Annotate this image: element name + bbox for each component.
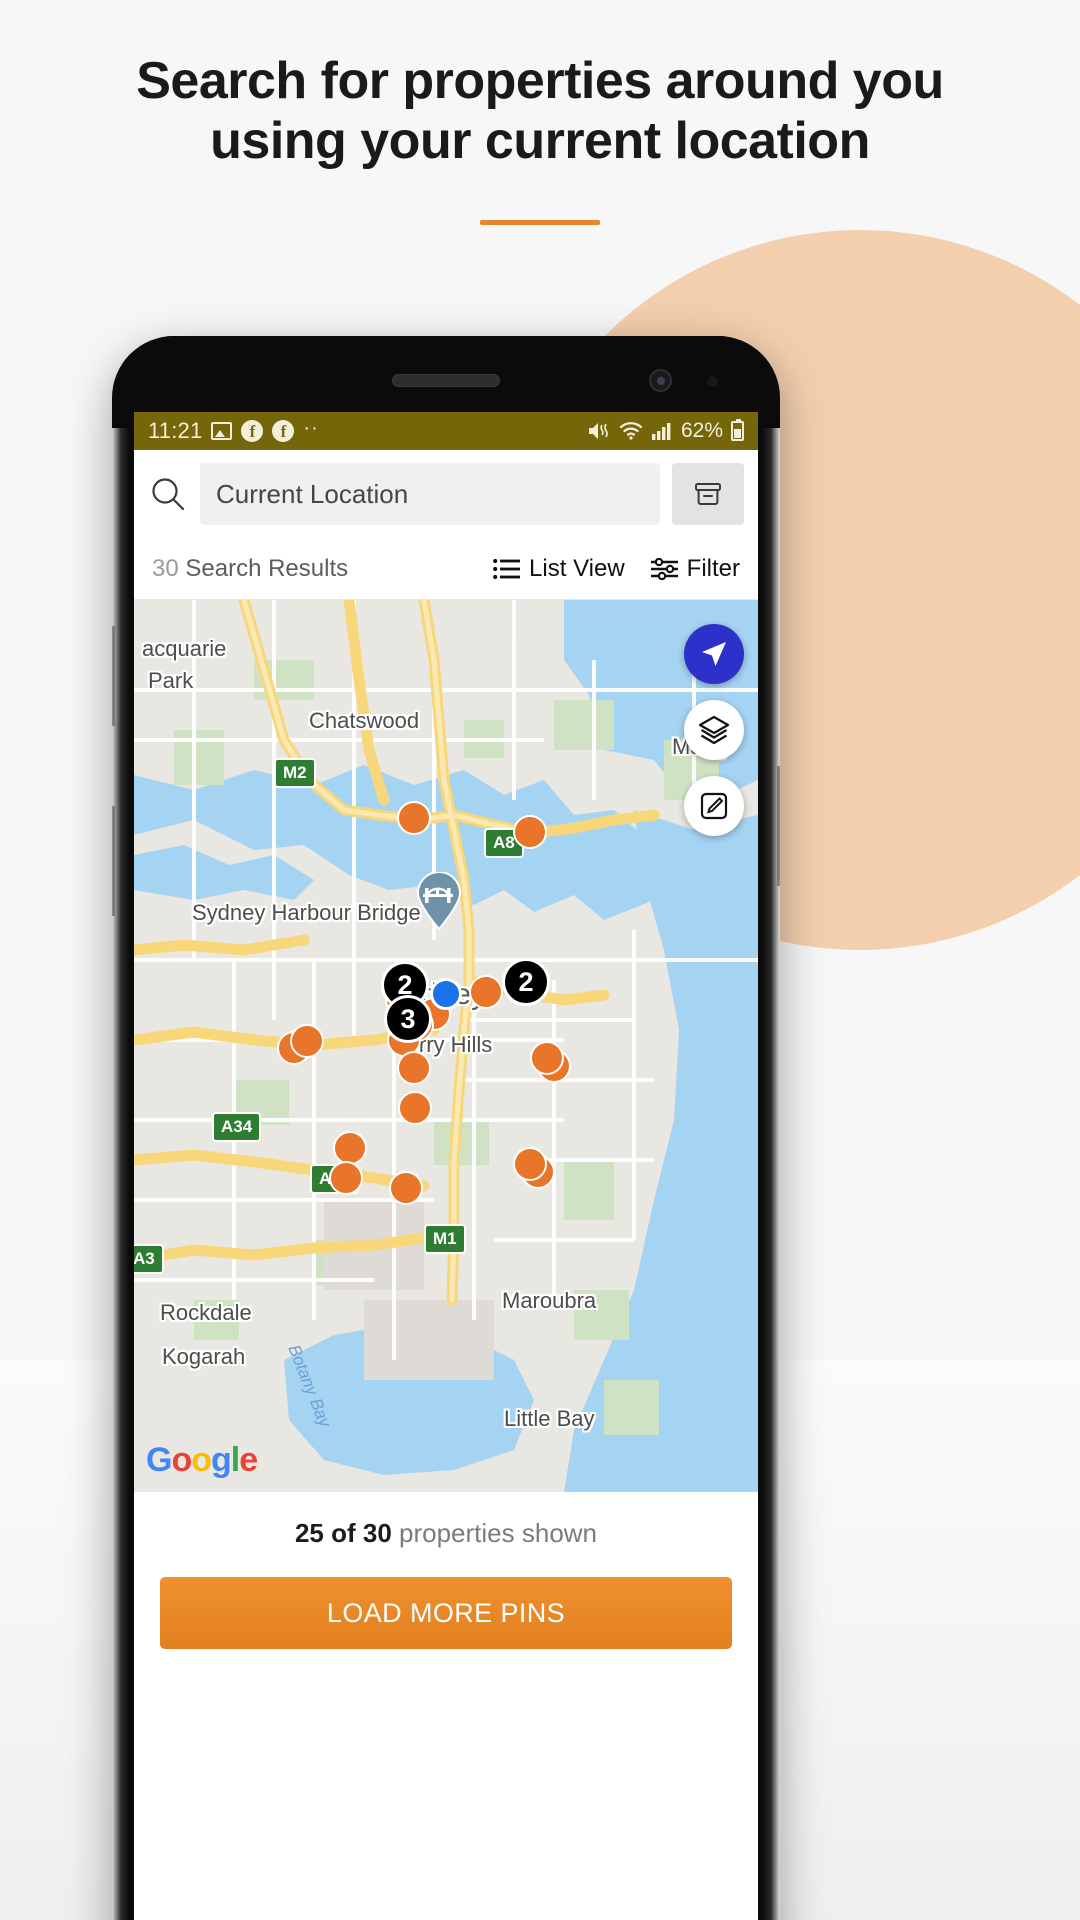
- property-pin[interactable]: [397, 1051, 431, 1085]
- pencil-edit-icon: [700, 792, 728, 820]
- property-pin[interactable]: [513, 815, 547, 849]
- front-camera: [649, 369, 672, 392]
- properties-shown-count: 25 of 30: [294, 1518, 392, 1548]
- headline-line-2: using your current location: [210, 111, 870, 170]
- search-input-value: Current Location: [216, 478, 409, 509]
- facebook-icon: f: [272, 420, 295, 442]
- phone-screen: 11:21 f f ·· 62% Current Location 30 Sea…: [134, 412, 758, 1920]
- highway-shield: M1: [424, 1224, 466, 1254]
- property-pin[interactable]: [397, 801, 431, 835]
- load-more-pins-button[interactable]: LOAD MORE PINS: [160, 1577, 732, 1649]
- list-view-label: List View: [529, 554, 625, 582]
- highway-shield: A3: [134, 1244, 164, 1274]
- properties-shown-suffix: properties shown: [391, 1518, 598, 1548]
- property-pin[interactable]: [469, 975, 503, 1009]
- earpiece-speaker: [392, 374, 500, 387]
- accent-divider: [480, 219, 600, 225]
- filter-button[interactable]: Filter: [650, 554, 740, 583]
- property-pin[interactable]: [513, 1147, 547, 1181]
- results-count-number: 30: [152, 554, 179, 582]
- page-title: Search for properties around you using y…: [0, 52, 1080, 172]
- navigate-arrow-icon: [702, 642, 726, 666]
- draw-button[interactable]: [684, 776, 744, 836]
- highway-shield: A34: [212, 1112, 262, 1142]
- save-search-button[interactable]: [672, 463, 744, 525]
- search-icon[interactable]: [148, 474, 188, 514]
- battery-percent: 62%: [680, 419, 723, 442]
- layers-button[interactable]: [684, 700, 744, 760]
- status-bar: 11:21 f f ·· 62%: [134, 412, 758, 450]
- filter-sliders-icon: [650, 557, 678, 580]
- property-pin[interactable]: [530, 1041, 564, 1075]
- phone-mockup: 11:21 f f ·· 62% Current Location 30 Sea…: [112, 336, 780, 1920]
- results-count-label: Search Results: [178, 554, 349, 582]
- results-count: 30 Search Results: [152, 555, 467, 583]
- power-button[interactable]: [777, 766, 780, 886]
- properties-shown-text: 25 of 30 properties shown: [134, 1518, 758, 1549]
- results-toolbar: 30 Search Results List View Filter: [134, 538, 758, 600]
- more-dots-icon: ··: [303, 417, 319, 439]
- load-more-pins-label: LOAD MORE PINS: [326, 1597, 566, 1628]
- locate-button[interactable]: [684, 624, 744, 684]
- signal-icon: [651, 421, 673, 441]
- property-pin[interactable]: [290, 1024, 324, 1058]
- property-pin[interactable]: [389, 1171, 423, 1205]
- facebook-icon: f: [241, 420, 264, 442]
- volume-up-button[interactable]: [112, 626, 115, 726]
- property-pin[interactable]: [398, 1091, 432, 1125]
- save-search-icon: [695, 483, 721, 505]
- mute-vibrate-icon: [587, 421, 611, 441]
- volume-down-button[interactable]: [112, 806, 115, 916]
- cluster-pin[interactable]: 3: [384, 995, 432, 1043]
- map-canvas[interactable]: acquarie Park Chatswood Sydney Harbour B…: [134, 600, 758, 1492]
- current-location-dot: [430, 978, 462, 1010]
- image-icon: [211, 422, 233, 440]
- headline-line-1: Search for properties around you: [136, 52, 944, 110]
- property-pin[interactable]: [333, 1131, 367, 1165]
- filter-label: Filter: [686, 554, 740, 582]
- map-base-tiles: [134, 600, 758, 1492]
- wifi-icon: [619, 421, 643, 441]
- search-bar: Current Location: [134, 450, 758, 538]
- cluster-pin[interactable]: 2: [502, 958, 550, 1006]
- list-icon: [493, 558, 521, 580]
- google-attribution: Google: [146, 1441, 258, 1479]
- property-pin[interactable]: [329, 1161, 363, 1195]
- status-time: 11:21: [148, 418, 203, 443]
- list-view-button[interactable]: List View: [493, 555, 625, 583]
- proximity-sensor: [707, 376, 718, 387]
- battery-icon: [731, 419, 744, 441]
- search-input[interactable]: Current Location: [200, 463, 660, 525]
- bridge-icon[interactable]: [416, 871, 462, 931]
- layers-icon: [698, 715, 730, 745]
- bottom-panel: 25 of 30 properties shown LOAD MORE PINS: [134, 1492, 758, 1649]
- headline-block: Search for properties around you using y…: [0, 52, 1080, 225]
- highway-shield: M2: [274, 758, 316, 788]
